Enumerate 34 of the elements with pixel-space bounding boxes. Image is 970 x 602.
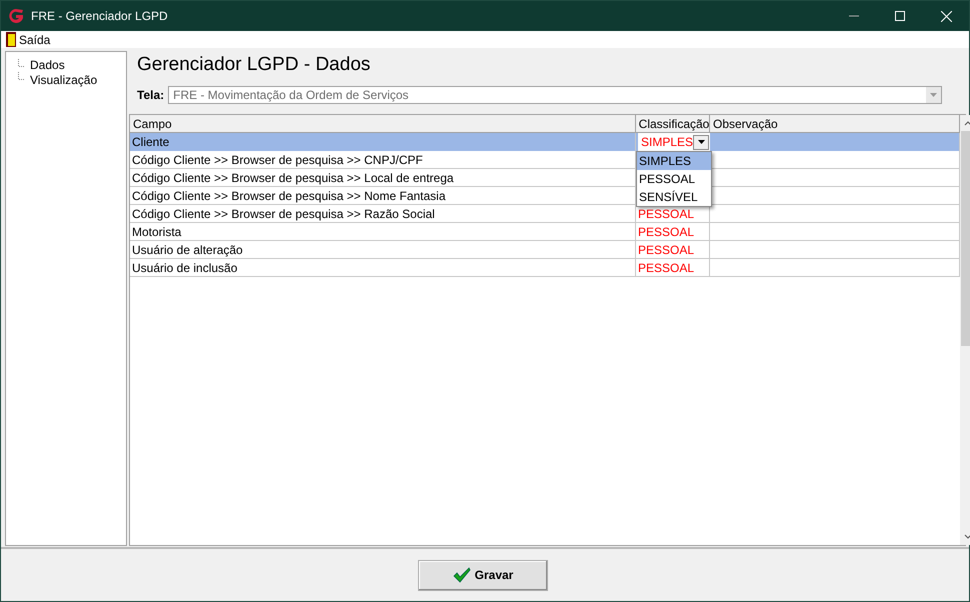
- table-cell: Usuário de inclusão: [130, 259, 636, 277]
- dropdown-option[interactable]: PESSOAL: [637, 170, 711, 188]
- table-cell: Motorista: [130, 223, 636, 241]
- tree-line-icon: [18, 72, 25, 80]
- column-header[interactable]: Observação: [710, 115, 960, 133]
- tree-item[interactable]: Dados: [29, 58, 66, 72]
- checkmark-icon: [452, 567, 471, 583]
- close-icon[interactable]: [940, 10, 952, 22]
- maximize-icon[interactable]: [895, 11, 905, 21]
- table-cell: PESSOAL: [636, 259, 710, 277]
- table-cell: Código Cliente >> Browser de pesquisa >> Razão Social: [130, 205, 636, 223]
- app-logo-icon: [7, 7, 25, 25]
- table-cell: Cliente: [130, 133, 636, 152]
- column-header[interactable]: Campo: [130, 115, 636, 133]
- tree-item[interactable]: Visualização: [29, 72, 98, 86]
- classification-combo[interactable]: SIMPLES: [638, 133, 710, 151]
- door-icon: [6, 32, 16, 47]
- page-heading: Gerenciador LGPD - Dados: [137, 54, 372, 77]
- field-label: Tela:: [137, 88, 164, 102]
- table-cell: Código Cliente >> Browser de pesquisa >> Nome Fantasia: [130, 187, 636, 205]
- window-title: FRE - Gerenciador LGPD: [31, 9, 169, 23]
- menu-item[interactable]: Saída: [6, 32, 50, 47]
- caret-icon: [926, 87, 942, 103]
- tree-line-icon: [18, 59, 25, 67]
- dropdown-option[interactable]: SIMPLES: [637, 152, 711, 170]
- column-header[interactable]: Classificação: [636, 115, 710, 133]
- table-cell: Código Cliente >> Browser de pesquisa >> Local de entrega: [130, 169, 636, 187]
- table-cell: PESSOAL: [636, 223, 710, 241]
- caret-icon[interactable]: [693, 134, 710, 150]
- dropdown-option[interactable]: SENSÍVEL: [637, 188, 711, 206]
- table-cell: PESSOAL: [636, 241, 710, 259]
- table-cell: Código Cliente >> Browser de pesquisa >> CNPJ/CPF: [130, 151, 636, 169]
- table-cell: Usuário de alteração: [130, 241, 636, 259]
- save-button[interactable]: Gravar: [418, 560, 548, 590]
